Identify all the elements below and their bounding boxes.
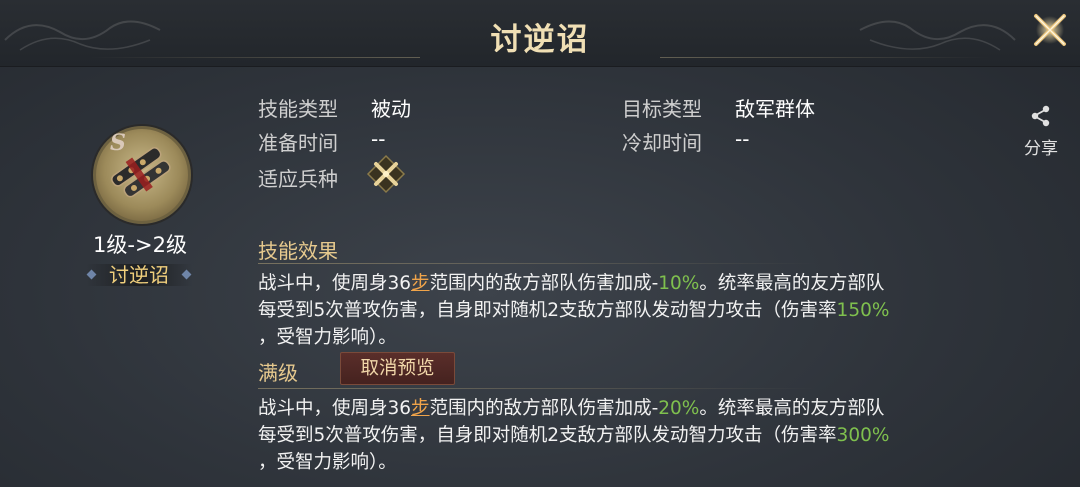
level-progress-text: 1级->2级 bbox=[93, 233, 187, 257]
max-level-title: 满级 bbox=[258, 361, 298, 385]
step-link[interactable]: 步 bbox=[411, 273, 430, 294]
effect-line-3: ，受智力影响）。 bbox=[258, 327, 397, 348]
close-icon bbox=[1034, 14, 1066, 46]
cooldown-label: 冷却时间 bbox=[622, 131, 702, 155]
share-icon bbox=[1031, 105, 1050, 127]
max-line-2: 每受到5次普攻伤害，自身即对随机2支敌方部队发动智力攻击（伤害率300% bbox=[258, 422, 998, 449]
skill-grade-badge: S bbox=[110, 130, 126, 156]
effect-text: 范围内的敌方部队伤害加成- bbox=[429, 273, 659, 294]
effect-divider bbox=[258, 263, 818, 264]
max-level-divider bbox=[258, 388, 818, 389]
diamond-left-icon bbox=[86, 269, 97, 280]
skill-type-label: 技能类型 bbox=[258, 97, 338, 121]
effect-description: 战斗中，使周身36步范围内的敌方部队伤害加成-10%。统率最高的友方部队 每受到… bbox=[258, 270, 998, 351]
skill-name: 讨逆诏 bbox=[109, 263, 169, 287]
cancel-preview-button[interactable]: 取消预览 bbox=[340, 352, 455, 385]
prep-time-label: 准备时间 bbox=[258, 131, 338, 155]
effect-line-2: 每受到5次普攻伤害，自身即对随机2支敌方部队发动智力攻击（伤害率150% bbox=[258, 297, 998, 324]
max-line-1: 战斗中，使周身36步范围内的敌方部队伤害加成-20%。统率最高的友方部队 bbox=[258, 395, 998, 422]
skill-type-value: 被动 bbox=[371, 97, 411, 121]
target-type-label: 目标类型 bbox=[622, 97, 702, 121]
step-link[interactable]: 步 bbox=[411, 398, 430, 419]
close-button[interactable] bbox=[1030, 10, 1070, 50]
title-bar: 讨逆诏 bbox=[0, 0, 1080, 67]
target-type-value: 敌军群体 bbox=[735, 97, 815, 121]
troop-type-label: 适应兵种 bbox=[258, 167, 338, 191]
effect-text: 每受到5次普攻伤害，自身即对随机2支敌方部队发动智力攻击（伤害率 bbox=[258, 425, 837, 446]
effect-text: 。统率最高的友方部队 bbox=[699, 273, 885, 294]
effect-text: 每受到5次普攻伤害，自身即对随机2支敌方部队发动智力攻击（伤害率 bbox=[258, 300, 837, 321]
damage-reduction-value: 10% bbox=[658, 273, 700, 294]
share-label: 分享 bbox=[1024, 139, 1058, 159]
skill-name-badge: 讨逆诏 bbox=[86, 258, 192, 292]
crossed-swords-icon bbox=[366, 154, 406, 194]
damage-rate-value: 150% bbox=[836, 300, 890, 321]
effect-text: 。统率最高的友方部队 bbox=[699, 398, 885, 419]
troop-type-icon[interactable] bbox=[366, 154, 406, 194]
damage-reduction-value: 20% bbox=[658, 398, 700, 419]
effect-text: 范围内的敌方部队伤害加成- bbox=[429, 398, 659, 419]
diamond-right-icon bbox=[181, 269, 192, 280]
damage-rate-value: 300% bbox=[836, 425, 890, 446]
page-title: 讨逆诏 bbox=[490, 22, 590, 58]
skill-icon[interactable] bbox=[93, 126, 191, 224]
effect-text: 战斗中，使周身36 bbox=[258, 273, 412, 294]
max-level-description: 战斗中，使周身36步范围内的敌方部队伤害加成-20%。统率最高的友方部队 每受到… bbox=[258, 395, 998, 476]
cooldown-value: -- bbox=[735, 127, 750, 151]
prep-time-value: -- bbox=[371, 127, 386, 151]
effect-section-title: 技能效果 bbox=[258, 239, 338, 263]
effect-line-1: 战斗中，使周身36步范围内的敌方部队伤害加成-10%。统率最高的友方部队 bbox=[258, 270, 998, 297]
share-button[interactable]: 分享 bbox=[1020, 104, 1062, 159]
effect-text: 战斗中，使周身36 bbox=[258, 398, 412, 419]
max-line-3: ，受智力影响）。 bbox=[258, 452, 397, 473]
